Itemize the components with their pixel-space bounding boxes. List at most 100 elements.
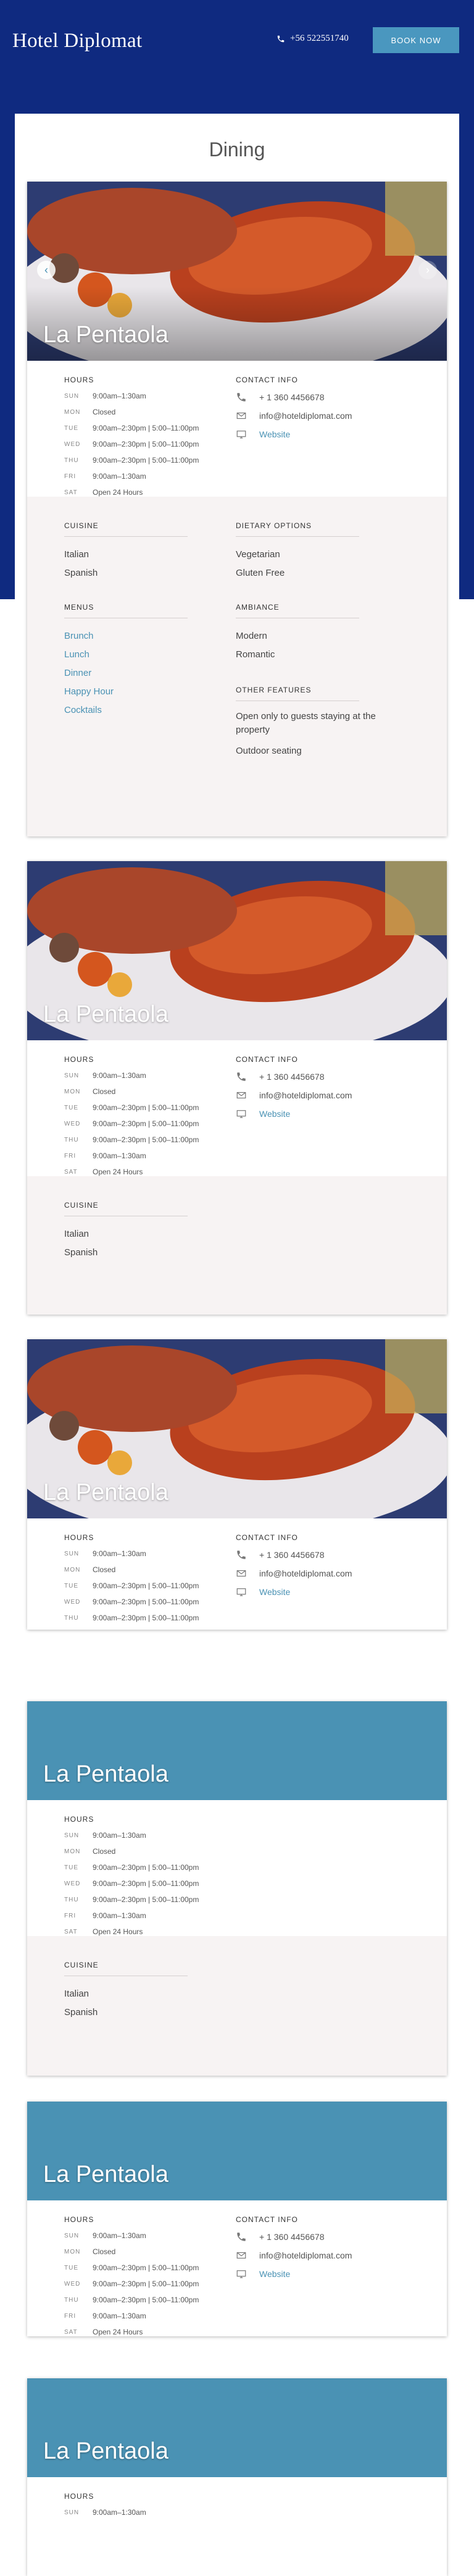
hours-time: 9:00am–1:30am bbox=[93, 1151, 146, 1160]
hours-row: THU 9:00am–2:30pm | 5:00–11:00pm bbox=[64, 452, 199, 468]
hours-row: SUN 9:00am–1:30am bbox=[64, 1546, 199, 1562]
ambiance-label: AMBIANCE bbox=[236, 603, 359, 618]
hours-time: Closed bbox=[93, 1847, 116, 1856]
hours-day: SUN bbox=[64, 2509, 80, 2516]
hours-day: THU bbox=[64, 2296, 79, 2304]
hours-day: WED bbox=[64, 2280, 81, 2288]
hours-time: 9:00am–2:30pm | 5:00–11:00pm bbox=[93, 2263, 199, 2272]
menu-link-brunch[interactable]: Brunch bbox=[64, 627, 188, 646]
restaurant-banner: La Pentaola bbox=[27, 2378, 447, 2477]
hours-section: HOURS SUN 9:00am–1:30am MON Closed TUE 9:00… bbox=[64, 1055, 199, 1180]
contact-email[interactable]: info@hoteldiplomat.com bbox=[236, 406, 352, 425]
hours-time: 9:00am–2:30pm | 5:00–11:00pm bbox=[93, 456, 199, 465]
menu-link-happy-hour[interactable]: Happy Hour bbox=[64, 683, 188, 701]
cuisine-item: Spanish bbox=[64, 1247, 98, 1258]
hours-day: TUE bbox=[64, 1864, 78, 1871]
hours-time: 9:00am–1:30am bbox=[93, 2312, 146, 2320]
restaurant-photo: ‹ › La Pentaola bbox=[27, 182, 447, 361]
cuisine-label: CUISINE bbox=[64, 1201, 188, 1216]
restaurant-name: La Pentaola bbox=[43, 1480, 168, 1505]
carousel-next-arrow-icon[interactable]: › bbox=[418, 261, 437, 279]
menu-link-lunch[interactable]: Lunch bbox=[64, 646, 188, 664]
hours-row: WED 9:00am–2:30pm | 5:00–11:00pm bbox=[64, 1116, 199, 1132]
hours-day: SUN bbox=[64, 392, 80, 400]
website-link[interactable]: Website bbox=[259, 429, 290, 439]
hours-day: SAT bbox=[64, 2328, 78, 2336]
cuisine-item: Italian bbox=[64, 1989, 89, 1999]
hours-row: SUN 9:00am–1:30am bbox=[64, 1067, 199, 1084]
website-link[interactable]: Website bbox=[259, 2269, 290, 2279]
header-phone-number: +56 522551740 bbox=[290, 33, 349, 43]
contact-website[interactable]: Website bbox=[236, 425, 352, 444]
contact-phone[interactable]: + 1 360 4456678 bbox=[236, 1546, 352, 1564]
restaurant-details: CUISINE Italian Spanish DIETARY OPTIONS … bbox=[27, 497, 447, 836]
ambiance-section: AMBIANCE Modern Romantic bbox=[236, 603, 359, 664]
hours-day: THU bbox=[64, 1896, 79, 1903]
hours-day: TUE bbox=[64, 424, 78, 432]
site-header: Hotel Diplomat +56 522551740 BOOK NOW bbox=[0, 0, 474, 86]
hours-day: THU bbox=[64, 457, 79, 464]
menus-label: MENUS bbox=[64, 603, 188, 618]
hours-day: FRI bbox=[64, 473, 77, 480]
hours-time: 9:00am–1:30am bbox=[93, 472, 146, 481]
hours-row: WED 9:00am–2:30pm | 5:00–11:00pm bbox=[64, 436, 199, 452]
website-link[interactable]: Website bbox=[259, 1109, 290, 1119]
dietary-label: DIETARY OPTIONS bbox=[236, 521, 359, 537]
hours-day: FRI bbox=[64, 2312, 77, 2320]
hours-day: WED bbox=[64, 1120, 81, 1127]
hours-day: WED bbox=[64, 1880, 81, 1887]
hours-time: 9:00am–2:30pm | 5:00–11:00pm bbox=[93, 1119, 199, 1128]
contact-phone[interactable]: + 1 360 4456678 bbox=[236, 388, 352, 406]
contact-email[interactable]: info@hoteldiplomat.com bbox=[236, 2246, 352, 2265]
hours-row: FRI 9:00am–1:30am bbox=[64, 468, 199, 484]
contact-label: CONTACT INFO bbox=[236, 1533, 298, 1542]
carousel-prev-arrow-icon[interactable]: ‹ bbox=[37, 261, 56, 279]
restaurant-photo: La Pentaola bbox=[27, 1339, 447, 1518]
hours-row: MON Closed bbox=[64, 2244, 199, 2260]
hours-day: MON bbox=[64, 1566, 81, 1573]
contact-email-text: info@hoteldiplomat.com bbox=[259, 2250, 352, 2260]
hours-day: FRI bbox=[64, 1912, 77, 1919]
contact-email[interactable]: info@hoteldiplomat.com bbox=[236, 1564, 352, 1583]
hours-time: 9:00am–1:30am bbox=[93, 2231, 146, 2240]
restaurant-photo: La Pentaola bbox=[27, 861, 447, 1040]
envelope-icon bbox=[236, 412, 246, 419]
contact-website[interactable]: Website bbox=[236, 1105, 352, 1123]
hours-time: 9:00am–2:30pm | 5:00–11:00pm bbox=[93, 2296, 199, 2304]
contact-phone[interactable]: + 1 360 4456678 bbox=[236, 2228, 352, 2246]
menu-link-dinner[interactable]: Dinner bbox=[64, 664, 188, 683]
hours-time: 9:00am–2:30pm | 5:00–11:00pm bbox=[93, 1581, 199, 1590]
restaurant-info: HOURS SUN 9:00am–1:30am MON Closed TUE 9:00… bbox=[27, 1800, 447, 1936]
hours-time: Open 24 Hours bbox=[93, 1168, 143, 1176]
cuisine-section: CUISINE Italian Spanish bbox=[64, 1201, 188, 1262]
cuisine-label: CUISINE bbox=[64, 521, 188, 537]
features-label: OTHER FEATURES bbox=[236, 686, 359, 701]
contact-website[interactable]: Website bbox=[236, 1583, 352, 1601]
website-link[interactable]: Website bbox=[259, 1587, 290, 1597]
phone-icon bbox=[237, 2233, 246, 2241]
feature-item: Open only to guests staying at the prope… bbox=[236, 711, 376, 735]
header-phone[interactable]: +56 522551740 bbox=[276, 33, 349, 44]
cuisine-item: Spanish bbox=[64, 2007, 98, 2018]
contact-phone-text: + 1 360 4456678 bbox=[259, 2232, 325, 2242]
brand-logo[interactable]: Hotel Diplomat bbox=[12, 30, 142, 53]
hours-time: 9:00am–2:30pm | 5:00–11:00pm bbox=[93, 2279, 199, 2288]
dietary-item: Gluten Free bbox=[236, 568, 285, 578]
hours-time: Open 24 Hours bbox=[93, 488, 143, 497]
hours-day: TUE bbox=[64, 2264, 78, 2271]
restaurant-name: La Pentaola bbox=[43, 322, 168, 348]
envelope-icon bbox=[236, 1570, 246, 1577]
contact-email[interactable]: info@hoteldiplomat.com bbox=[236, 1086, 352, 1105]
hours-time: 9:00am–2:30pm | 5:00–11:00pm bbox=[93, 1597, 199, 1606]
contact-website[interactable]: Website bbox=[236, 2265, 352, 2283]
hours-time: 9:00am–1:30am bbox=[93, 2508, 146, 2517]
menu-link-cocktails[interactable]: Cocktails bbox=[64, 701, 188, 720]
dietary-item: Vegetarian bbox=[236, 549, 280, 560]
hours-time: 9:00am–2:30pm | 5:00–11:00pm bbox=[93, 1895, 199, 1904]
hours-label: HOURS bbox=[64, 2215, 94, 2224]
hours-day: SAT bbox=[64, 489, 78, 496]
contact-label: CONTACT INFO bbox=[236, 1055, 298, 1064]
contact-phone[interactable]: + 1 360 4456678 bbox=[236, 1067, 352, 1086]
phone-icon bbox=[237, 393, 246, 402]
book-now-button[interactable]: BOOK NOW bbox=[373, 27, 459, 53]
